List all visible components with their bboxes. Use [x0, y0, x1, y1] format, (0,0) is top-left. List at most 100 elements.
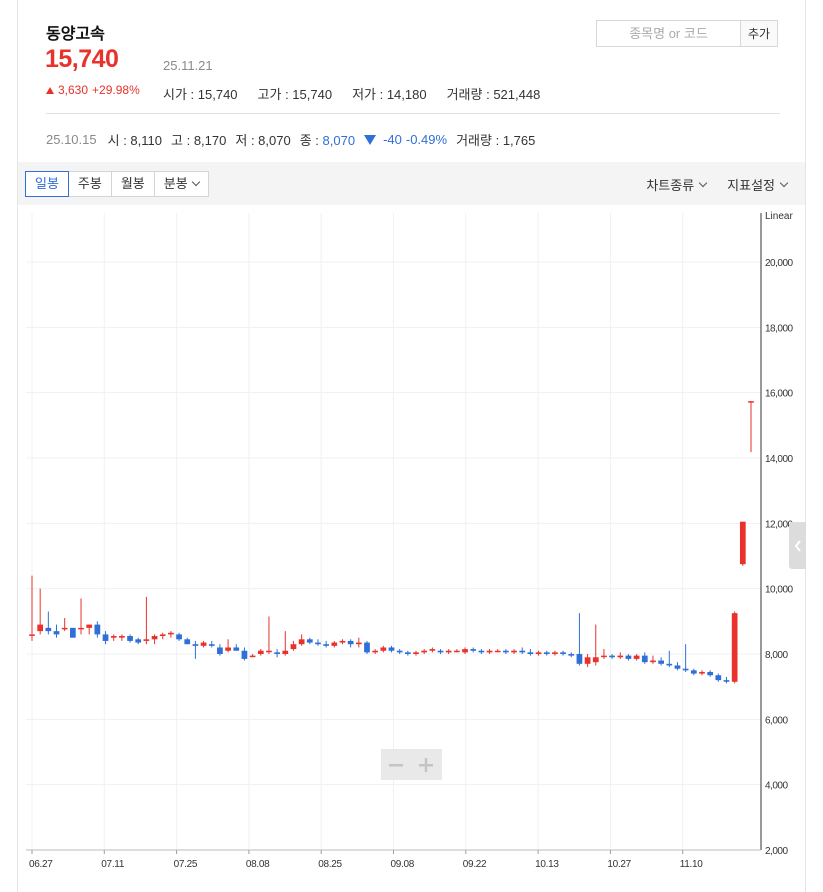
stat-low: 저가 : 14,180 [352, 87, 427, 102]
indicator-settings-label: 지표설정 [727, 178, 775, 193]
candle-body [355, 642, 362, 645]
candle-body [666, 663, 673, 666]
candle-body [527, 652, 534, 654]
tab-minute-label: 분봉 [163, 176, 188, 191]
zoom-out-button[interactable] [381, 749, 411, 780]
y-tick-label: 6,000 [765, 715, 788, 726]
candle-body [404, 652, 411, 654]
stat-high: 고가 : 15,740 [257, 87, 333, 102]
candle-body [715, 675, 722, 681]
candle-body [609, 655, 615, 658]
candle-body [748, 401, 754, 403]
search-input[interactable] [597, 21, 740, 46]
zoom-in-button[interactable] [411, 749, 441, 780]
chevron-down-icon [698, 178, 708, 187]
x-tick-label: 06.27 [29, 859, 53, 870]
candle-body [192, 644, 199, 646]
current-price: 15,740 [45, 45, 119, 73]
info-open: 시 : 8,110 [107, 133, 162, 148]
indicator-settings-dropdown[interactable]: 지표설정 [727, 175, 789, 194]
candle-body [560, 652, 566, 654]
candle-body [739, 521, 746, 565]
candle-body [413, 652, 419, 654]
candle-body [37, 624, 44, 632]
chart-type-label: 차트종류 [646, 178, 695, 193]
tab-weekly[interactable]: 주봉 [67, 171, 112, 197]
candle-body [470, 649, 477, 651]
scale-label: Linear [765, 211, 793, 222]
down-arrow-icon [364, 134, 377, 145]
tab-minute[interactable]: 분봉 [153, 171, 209, 197]
candle-body [331, 642, 338, 646]
x-tick-label: 09.22 [463, 859, 487, 870]
chevron-down-icon [191, 177, 200, 187]
candle-body [535, 652, 542, 654]
info-close: 종 : 8,070 [299, 133, 356, 148]
candle-body [723, 680, 730, 682]
candle-body [78, 627, 84, 630]
candle-body [249, 655, 256, 658]
candle-body [217, 647, 223, 654]
candle-body [454, 650, 460, 653]
stock-name: 동양고속 [46, 26, 105, 43]
period-tabs: 일봉 주봉 월봉 분봉 [25, 171, 209, 197]
chart-type-dropdown[interactable]: 차트종류 [646, 175, 708, 194]
candle-body [707, 671, 714, 676]
candle-body [257, 650, 264, 654]
zoom-control [381, 749, 442, 780]
candle-body [519, 650, 526, 653]
y-tick-label: 20,000 [765, 258, 794, 269]
candle-body [127, 636, 133, 641]
stat-volume: 거래량 : 521,448 [446, 87, 541, 102]
candle-body [102, 634, 109, 641]
chevron-left-icon [794, 539, 801, 552]
y-tick-label: 2,000 [765, 846, 788, 857]
candle-body [143, 639, 150, 641]
candle-body [94, 624, 101, 635]
candle-body [151, 636, 158, 640]
candle-body [266, 650, 272, 653]
candle-body [511, 650, 517, 653]
candle-body [45, 627, 52, 632]
x-tick-label: 07.25 [174, 859, 198, 870]
candle-body [576, 654, 583, 664]
x-tick-label: 10.13 [535, 859, 559, 870]
info-volume: 거래량 : 1,765 [456, 133, 536, 148]
chart-options: 차트종류 지표설정 [646, 175, 789, 194]
y-tick-label: 16,000 [765, 389, 794, 400]
info-high: 고 : 8,170 [171, 133, 227, 148]
candle-body [53, 631, 60, 635]
side-panel-toggle[interactable] [789, 522, 806, 569]
candle-body [274, 652, 280, 654]
add-button[interactable]: 추가 [740, 21, 777, 46]
price-change: 3,630 +29.98% [46, 83, 140, 97]
candle-body [584, 657, 591, 664]
chart-toolbar: 일봉 주봉 월봉 분봉 차트종류 지표설정 [18, 162, 805, 205]
candle-body [86, 624, 93, 628]
candle-body [690, 670, 697, 674]
tab-monthly[interactable]: 월봉 [110, 171, 155, 197]
up-arrow-icon [46, 86, 54, 94]
x-tick-label: 10.27 [607, 859, 631, 870]
candle-body [601, 655, 607, 658]
candle-body [674, 665, 681, 669]
y-tick-label: 18,000 [765, 323, 794, 334]
candle-body [650, 660, 656, 663]
candle-body [282, 650, 289, 654]
candle-body [682, 668, 689, 671]
change-amount: 3,630 [58, 83, 89, 97]
x-tick-label: 07.11 [101, 859, 125, 870]
stock-search: 추가 [596, 20, 778, 47]
x-tick-label: 11.10 [680, 859, 704, 870]
tab-daily[interactable]: 일봉 [25, 171, 69, 197]
price-stats: 시가 : 15,740 고가 : 15,740 저가 : 14,180 거래량 … [163, 84, 540, 103]
info-date: 25.10.15 [46, 132, 97, 147]
stat-open: 시가 : 15,740 [163, 87, 238, 102]
candle-body [486, 650, 493, 653]
candle-body [176, 634, 182, 640]
candle-body [462, 649, 468, 653]
candle-body [699, 671, 705, 674]
candle-body [241, 650, 248, 659]
candle-body [445, 650, 452, 653]
candle-body [306, 639, 313, 643]
